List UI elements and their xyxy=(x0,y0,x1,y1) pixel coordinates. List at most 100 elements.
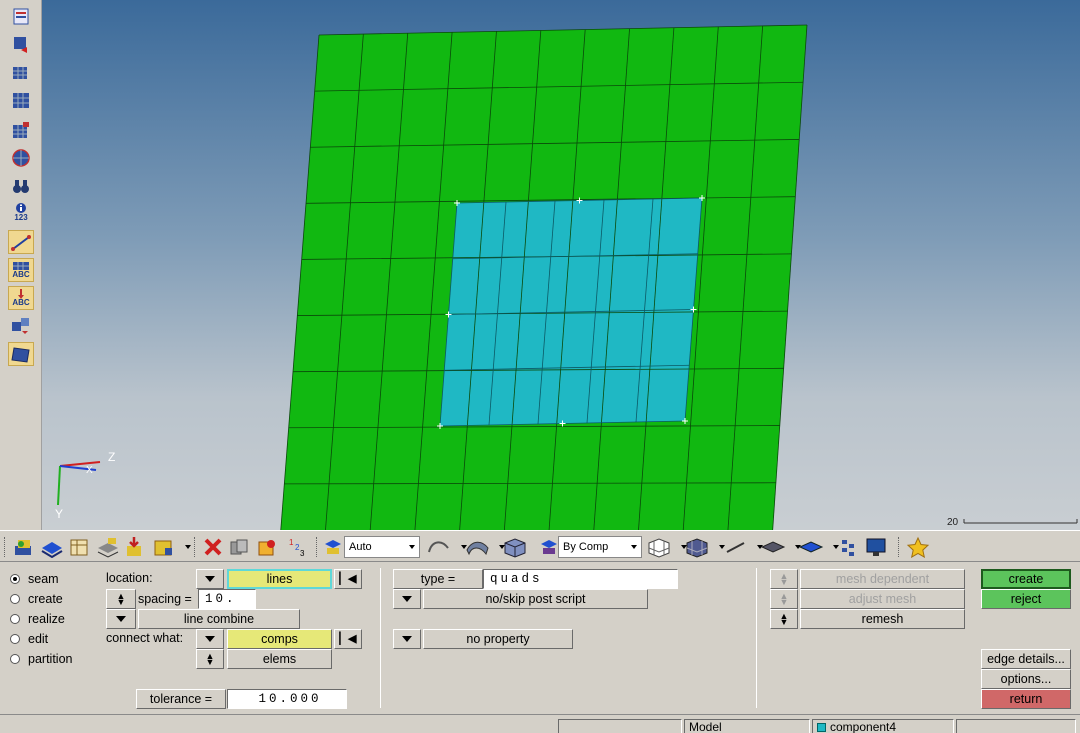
panel-divider xyxy=(756,568,757,708)
remesh-button[interactable]: remesh xyxy=(800,609,965,629)
import-icon[interactable] xyxy=(124,535,148,559)
mesh-drawing: Z X Y 20 xyxy=(55,24,1078,530)
location-dropdown-button[interactable] xyxy=(196,569,224,589)
curve-icon[interactable] xyxy=(426,535,467,559)
stack-icon[interactable] xyxy=(96,535,120,559)
plane-shade-icon[interactable] xyxy=(760,535,801,559)
post-script-dropdown-button[interactable] xyxy=(393,589,421,609)
hide-icon[interactable] xyxy=(228,535,252,559)
adjust-mesh-toggle[interactable]: ▲ ▼ xyxy=(770,589,798,609)
surface-icon[interactable] xyxy=(464,535,505,559)
grid-icon[interactable] xyxy=(8,88,34,112)
connect-dropdown-button[interactable] xyxy=(196,629,224,649)
layers-icon[interactable] xyxy=(40,535,64,559)
measure-icon[interactable] xyxy=(8,230,34,254)
radio-seam[interactable]: seam xyxy=(10,571,59,587)
up-down-icon: ▲ ▼ xyxy=(779,571,789,587)
radio-create[interactable]: create xyxy=(10,591,63,607)
dots-icon[interactable] xyxy=(838,535,860,559)
page-icon[interactable] xyxy=(8,4,34,28)
wireframe-icon[interactable] xyxy=(646,535,687,559)
spacing-toggle-button[interactable]: ▲ ▼ xyxy=(106,589,136,609)
radio-edit[interactable]: edit xyxy=(10,631,48,647)
chevron-down-icon xyxy=(205,636,215,642)
left-toolbar: 123 ABC ABC xyxy=(0,0,42,530)
element-color-dropdown[interactable]: By Comp xyxy=(558,536,642,558)
plane-icon[interactable] xyxy=(8,342,34,366)
monitor-icon[interactable] xyxy=(864,535,890,559)
mesh-dependent-button[interactable]: mesh dependent xyxy=(800,569,965,589)
status-message xyxy=(558,719,682,733)
reject-button[interactable]: reject xyxy=(981,589,1071,609)
color-mode-dropdown[interactable]: Auto xyxy=(344,536,420,558)
property-button[interactable]: no property xyxy=(423,629,573,649)
up-down-icon: ▲ ▼ xyxy=(779,591,789,607)
chevron-down-icon xyxy=(402,636,412,642)
auto-color-icon[interactable] xyxy=(322,535,344,559)
up-down-icon: ▲ ▼ xyxy=(779,611,789,627)
graphics-viewport[interactable]: Z X Y 20 xyxy=(42,0,1080,530)
line-icon[interactable] xyxy=(724,535,763,559)
svg-text:1: 1 xyxy=(289,538,294,547)
info-123-label: 123 xyxy=(14,213,28,222)
tolerance-input[interactable]: 10.000 xyxy=(227,689,347,709)
type-input[interactable]: quads xyxy=(483,569,678,589)
delete-icon[interactable] xyxy=(202,535,224,559)
options-button[interactable]: options... xyxy=(981,669,1071,689)
sphere-icon[interactable] xyxy=(8,146,34,170)
return-button[interactable]: return xyxy=(981,689,1071,709)
edge-details-button[interactable]: edge details... xyxy=(981,649,1071,669)
number-icon[interactable]: 123 xyxy=(286,535,310,559)
abc-label-icon[interactable]: ABC xyxy=(8,258,34,282)
radio-realize[interactable]: realize xyxy=(10,611,65,627)
radio-partition[interactable]: partition xyxy=(10,651,72,667)
solid-icon[interactable] xyxy=(502,535,528,559)
rotate-icon[interactable] xyxy=(8,32,34,56)
scale-bar-label: 20 xyxy=(947,517,959,528)
status-component[interactable]: component4 xyxy=(812,719,954,733)
radio-indicator xyxy=(10,574,20,584)
view-icon[interactable] xyxy=(8,60,34,84)
location-lines-selector[interactable]: lines xyxy=(227,569,332,589)
abc-label-text: ABC xyxy=(12,270,30,279)
connect-comps-selector[interactable]: comps xyxy=(227,629,332,649)
radio-label: partition xyxy=(28,652,73,666)
elems-toggle-button[interactable]: ▲ ▼ xyxy=(196,649,224,669)
line-combine-button[interactable]: line combine xyxy=(138,609,300,629)
visualization-toolbar: 123 Auto By Comp xyxy=(0,530,1080,562)
create-button[interactable]: create xyxy=(981,569,1071,589)
reset-connect-button[interactable]: ▏◀ xyxy=(334,629,362,649)
status-component-label: component4 xyxy=(830,720,897,733)
folder-dropdown-icon[interactable] xyxy=(185,545,191,549)
info-123-icon[interactable]: 123 xyxy=(8,200,34,224)
line-combine-dropdown-button[interactable] xyxy=(106,609,136,629)
table-icon[interactable] xyxy=(68,535,92,559)
axis-y-label: Y xyxy=(55,507,63,521)
show-icon[interactable] xyxy=(256,535,280,559)
component-color-swatch xyxy=(817,722,826,732)
components-icon[interactable] xyxy=(12,535,36,559)
reset-location-button[interactable]: ▏◀ xyxy=(334,569,362,589)
folder-icon[interactable] xyxy=(152,535,191,559)
panel-divider xyxy=(380,568,381,708)
elems-button[interactable]: elems xyxy=(227,649,332,669)
mesh-icon[interactable] xyxy=(8,118,34,142)
post-script-button[interactable]: no/skip post script xyxy=(423,589,648,609)
adjust-mesh-button[interactable]: adjust mesh xyxy=(800,589,965,609)
abc-marker-icon[interactable]: ABC xyxy=(8,286,34,310)
star-icon[interactable] xyxy=(906,535,930,559)
shaded-icon[interactable] xyxy=(684,535,725,559)
radio-indicator xyxy=(10,654,20,664)
axis-x-label: X xyxy=(86,465,93,476)
flat-shade-icon[interactable] xyxy=(798,535,839,559)
by-comp-icon[interactable] xyxy=(538,535,560,559)
binoculars-icon[interactable] xyxy=(8,174,34,198)
radio-indicator xyxy=(10,634,20,644)
spacing-input[interactable]: 10. xyxy=(198,589,256,609)
transform-icon[interactable] xyxy=(8,314,34,338)
radio-label: create xyxy=(28,592,63,606)
property-dropdown-button[interactable] xyxy=(393,629,421,649)
axis-triad xyxy=(57,461,101,506)
mesh-dependent-toggle[interactable]: ▲ ▼ xyxy=(770,569,798,589)
remesh-toggle[interactable]: ▲ ▼ xyxy=(770,609,798,629)
